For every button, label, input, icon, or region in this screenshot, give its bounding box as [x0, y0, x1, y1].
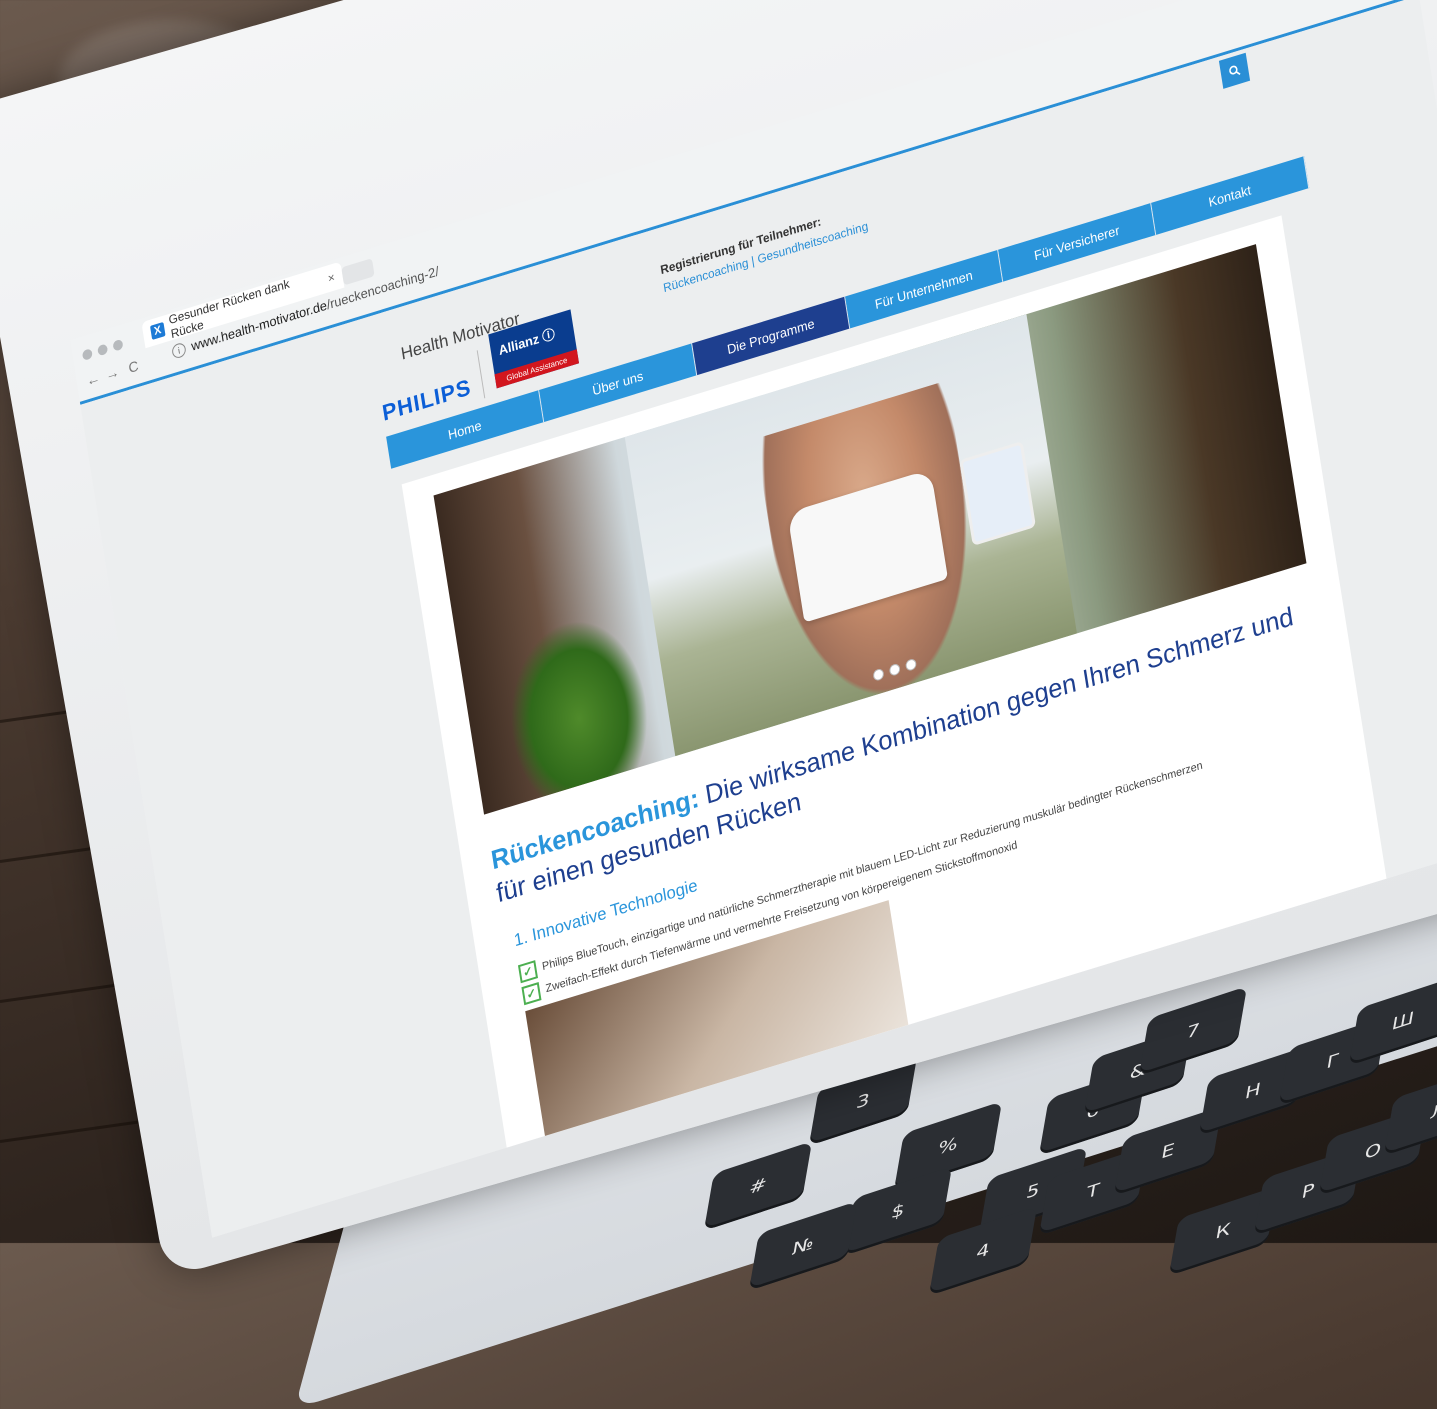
checkmark-icon: ✓	[517, 960, 539, 984]
search-icon	[1229, 65, 1241, 76]
checkmark-icon: ✓	[521, 982, 542, 1006]
back-arrow-icon[interactable]: ←	[85, 369, 101, 389]
window-close-dot[interactable]	[81, 348, 93, 362]
site-favicon-icon: X	[149, 322, 166, 340]
nav-item[interactable]: Kontakt	[1151, 156, 1310, 235]
keyboard-key: Л	[1383, 1066, 1437, 1156]
window-zoom-dot[interactable]	[112, 338, 124, 352]
window-minimize-dot[interactable]	[97, 343, 109, 357]
hero-plant	[497, 602, 657, 803]
tab-close-icon[interactable]: ×	[327, 270, 336, 286]
site-info-icon[interactable]: i	[171, 341, 187, 360]
forward-arrow-icon[interactable]: →	[104, 363, 120, 383]
reload-icon[interactable]: C	[127, 357, 139, 376]
search-button[interactable]	[1218, 52, 1251, 89]
logo-divider	[476, 350, 486, 399]
new-tab-button[interactable]	[341, 258, 375, 286]
